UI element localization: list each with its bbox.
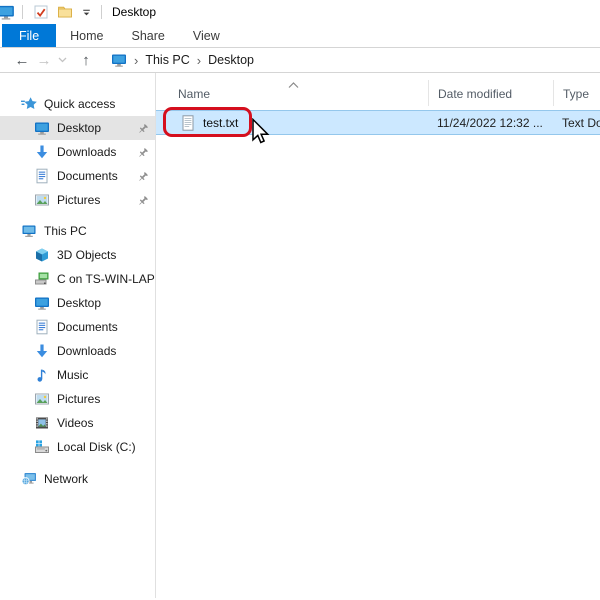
tab-home[interactable]: Home bbox=[56, 24, 117, 47]
desktop-icon bbox=[34, 295, 50, 311]
column-header-label: Type bbox=[563, 87, 589, 101]
pin-icon bbox=[137, 122, 149, 134]
desktop-icon bbox=[111, 52, 127, 68]
sidebar-item-network[interactable]: Network bbox=[0, 467, 155, 491]
column-headers: Name Date modified Type bbox=[156, 73, 600, 106]
computer-icon bbox=[21, 223, 37, 239]
pin-icon bbox=[137, 170, 149, 182]
sidebar-item-desktop-pc[interactable]: Desktop bbox=[0, 291, 155, 315]
network-drive-icon bbox=[34, 271, 50, 287]
breadcrumb-chevron: › bbox=[197, 53, 201, 68]
videos-icon bbox=[34, 415, 50, 431]
sidebar-item-label: C on TS-WIN-LAP-1 bbox=[57, 272, 156, 286]
sidebar-item-documents-pc[interactable]: Documents bbox=[0, 315, 155, 339]
disk-icon bbox=[34, 439, 50, 455]
properties-check-icon[interactable] bbox=[31, 2, 51, 22]
new-folder-icon[interactable] bbox=[55, 2, 75, 22]
sidebar-item-label: Pictures bbox=[57, 392, 100, 406]
tab-share[interactable]: Share bbox=[118, 24, 179, 47]
sidebar-item-label: Desktop bbox=[57, 121, 101, 135]
main-area: Quick access Desktop Downloads Doc bbox=[0, 73, 600, 598]
sidebar-item-label: Network bbox=[44, 472, 88, 486]
sidebar-item-3d-objects[interactable]: 3D Objects bbox=[0, 243, 155, 267]
ribbon-tab-bar: File Home Share View bbox=[0, 24, 600, 48]
sidebar-item-videos[interactable]: Videos bbox=[0, 411, 155, 435]
tab-file[interactable]: File bbox=[2, 24, 56, 47]
sidebar-item-downloads-pc[interactable]: Downloads bbox=[0, 339, 155, 363]
sidebar-item-local-disk-c[interactable]: Local Disk (C:) bbox=[0, 435, 155, 459]
window-desktop-icon bbox=[0, 3, 16, 21]
file-type: Text Doc bbox=[553, 116, 600, 130]
customize-dropdown-icon[interactable] bbox=[79, 2, 93, 22]
column-header-type[interactable]: Type bbox=[553, 80, 600, 106]
breadcrumb-chevron: › bbox=[134, 53, 138, 68]
forward-button[interactable]: → bbox=[33, 53, 55, 68]
text-document-icon bbox=[180, 115, 196, 131]
title-bar: Desktop bbox=[0, 0, 600, 24]
file-list-area: Name Date modified Type test.txt 11/24/2… bbox=[156, 73, 600, 598]
sidebar-item-label: Desktop bbox=[57, 296, 101, 310]
downloads-icon bbox=[34, 144, 50, 160]
sidebar-item-pictures-pc[interactable]: Pictures bbox=[0, 387, 155, 411]
document-icon bbox=[34, 168, 50, 184]
recent-locations-dropdown-icon[interactable] bbox=[55, 57, 69, 63]
sidebar-item-quick-access[interactable]: Quick access bbox=[0, 92, 155, 116]
sidebar-item-music[interactable]: Music bbox=[0, 363, 155, 387]
sidebar-item-documents[interactable]: Documents bbox=[0, 164, 155, 188]
window-title: Desktop bbox=[112, 5, 156, 19]
music-icon bbox=[34, 367, 50, 383]
breadcrumb: › This PC › Desktop bbox=[111, 52, 254, 68]
pin-icon bbox=[137, 146, 149, 158]
pin-icon bbox=[137, 194, 149, 206]
breadcrumb-desktop[interactable]: Desktop bbox=[208, 53, 254, 67]
file-name: test.txt bbox=[203, 116, 238, 130]
sidebar-item-label: Videos bbox=[57, 416, 93, 430]
sidebar-item-label: Music bbox=[57, 368, 88, 382]
sidebar-item-label: Downloads bbox=[57, 145, 116, 159]
quick-access-star-icon bbox=[21, 96, 37, 112]
breadcrumb-this-pc[interactable]: This PC bbox=[145, 53, 189, 67]
file-row-test-txt[interactable]: test.txt 11/24/2022 12:32 ... Text Doc bbox=[156, 110, 600, 135]
sidebar-item-label: Local Disk (C:) bbox=[57, 440, 136, 454]
cube-icon bbox=[34, 247, 50, 263]
up-button[interactable]: ↑ bbox=[75, 53, 97, 68]
file-name-cell: test.txt bbox=[156, 115, 428, 131]
sidebar-item-label: Quick access bbox=[44, 97, 115, 111]
column-header-date-modified[interactable]: Date modified bbox=[428, 80, 553, 106]
sidebar-item-pictures[interactable]: Pictures bbox=[0, 188, 155, 212]
desktop-icon bbox=[34, 120, 50, 136]
column-header-label: Date modified bbox=[438, 87, 512, 101]
file-date-modified: 11/24/2022 12:32 ... bbox=[428, 116, 553, 130]
sidebar-item-label: This PC bbox=[44, 224, 87, 238]
sidebar-item-label: Documents bbox=[57, 169, 118, 183]
pictures-icon bbox=[34, 192, 50, 208]
downloads-icon bbox=[34, 343, 50, 359]
sidebar-item-label: Downloads bbox=[57, 344, 116, 358]
divider bbox=[22, 5, 23, 19]
sidebar-item-desktop[interactable]: Desktop bbox=[0, 116, 155, 140]
document-icon bbox=[34, 319, 50, 335]
back-button[interactable]: ← bbox=[11, 53, 33, 68]
sidebar-item-label: 3D Objects bbox=[57, 248, 116, 262]
pictures-icon bbox=[34, 391, 50, 407]
sidebar-item-label: Pictures bbox=[57, 193, 100, 207]
sidebar-item-label: Documents bbox=[57, 320, 118, 334]
navigation-pane: Quick access Desktop Downloads Doc bbox=[0, 73, 156, 598]
sidebar-item-downloads[interactable]: Downloads bbox=[0, 140, 155, 164]
network-icon bbox=[21, 471, 37, 487]
sort-ascending-icon bbox=[288, 76, 299, 94]
sidebar-item-this-pc[interactable]: This PC bbox=[0, 219, 155, 243]
divider bbox=[101, 5, 102, 19]
navigation-bar: ← → ↑ › This PC › Desktop bbox=[0, 48, 600, 73]
sidebar-item-c-on-ts-win-lap[interactable]: C on TS-WIN-LAP-1 bbox=[0, 267, 155, 291]
tab-view[interactable]: View bbox=[179, 24, 234, 47]
